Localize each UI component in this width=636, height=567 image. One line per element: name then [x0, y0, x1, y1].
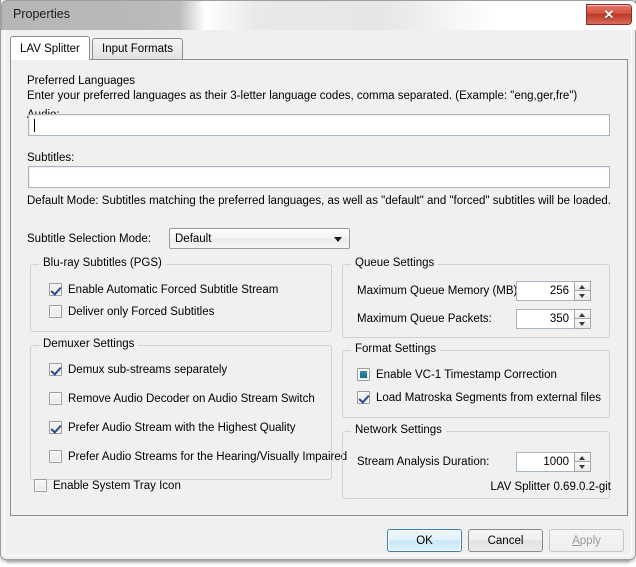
tab-lav-splitter[interactable]: LAV Splitter	[10, 36, 90, 60]
checkbox-icon	[49, 392, 62, 405]
ok-button[interactable]: OK	[387, 529, 462, 552]
audio-input[interactable]	[28, 114, 610, 136]
tab-input-formats[interactable]: Input Formats	[92, 38, 183, 59]
checkbox-icon	[49, 450, 62, 463]
group-demuxer-settings: Demuxer Settings Demux sub-streams separ…	[30, 338, 347, 480]
subtitle-selection-mode-value: Default	[175, 232, 212, 245]
window-drop-shadow	[6, 560, 630, 565]
stepper-buttons	[574, 281, 591, 301]
checkbox-icon	[34, 479, 47, 492]
default-mode-note: Default Mode: Subtitles matching the pre…	[27, 195, 611, 207]
checkbox-label: Prefer Audio Stream with the Highest Qua…	[68, 421, 296, 434]
group-format-settings-title: Format Settings	[351, 343, 441, 355]
close-button[interactable]: ✕	[586, 4, 632, 25]
preferred-languages-heading: Preferred Languages	[27, 75, 136, 87]
stepper-up-icon[interactable]	[574, 281, 591, 291]
maximum-queue-packets-value[interactable]: 350	[516, 309, 574, 329]
checkbox-label: Prefer Audio Streams for the Hearing/Vis…	[68, 450, 348, 463]
subtitles-label: Subtitles:	[27, 152, 75, 164]
checkbox-label: Enable System Tray Icon	[53, 479, 181, 492]
subtitle-selection-mode-label: Subtitle Selection Mode:	[27, 233, 152, 245]
version-text: LAV Splitter 0.69.0.2-git	[490, 481, 611, 493]
checkbox-prefer-audio-stream-highest-quality[interactable]: Prefer Audio Stream with the Highest Qua…	[49, 421, 296, 434]
tab-page-lav-splitter: Preferred Languages Enter your preferred…	[10, 59, 628, 516]
checkbox-deliver-only-forced-subtitles[interactable]: Deliver only Forced Subtitles	[49, 305, 214, 318]
preferred-languages-description: Enter your preferred languages as their …	[27, 90, 578, 102]
tab-lav-splitter-label: LAV Splitter	[20, 42, 80, 55]
checkbox-label: Enable VC-1 Timestamp Correction	[376, 368, 557, 381]
cancel-button[interactable]: Cancel	[468, 529, 543, 552]
subtitles-input[interactable]	[28, 166, 610, 188]
stream-analysis-duration-value[interactable]: 1000	[516, 452, 574, 472]
stepper-down-icon[interactable]	[574, 462, 591, 472]
checkbox-icon	[49, 305, 62, 318]
maximum-queue-memory-label: Maximum Queue Memory (MB):	[357, 285, 521, 297]
group-network-settings-title: Network Settings	[351, 424, 446, 436]
maximum-queue-packets-label: Maximum Queue Packets:	[357, 313, 492, 325]
checkbox-label: Load Matroska Segments from external fil…	[376, 391, 601, 404]
checkbox-icon	[49, 283, 62, 296]
apply-accelerator: A	[572, 534, 580, 547]
checkbox-enable-vc1-timestamp-correction[interactable]: Enable VC-1 Timestamp Correction	[357, 368, 557, 381]
title-bar[interactable]: Properties ✕	[1, 0, 636, 30]
chevron-down-icon	[334, 236, 342, 242]
checkbox-label: Enable Automatic Forced Subtitle Stream	[68, 283, 279, 296]
checkbox-load-matroska-segments[interactable]: Load Matroska Segments from external fil…	[357, 391, 601, 404]
checkbox-enable-system-tray-icon[interactable]: Enable System Tray Icon	[34, 479, 181, 492]
close-icon: ✕	[603, 7, 615, 22]
ok-button-label: OK	[416, 534, 433, 547]
checkbox-prefer-audio-streams-hearing-visually-impaired[interactable]: Prefer Audio Streams for the Hearing/Vis…	[49, 450, 347, 463]
cancel-button-label: Cancel	[487, 534, 524, 547]
group-bluray-subtitles-title: Blu-ray Subtitles (PGS)	[39, 257, 166, 269]
checkbox-icon	[49, 363, 62, 376]
text-caret	[34, 118, 35, 132]
tab-input-formats-label: Input Formats	[102, 43, 173, 55]
checkbox-remove-audio-decoder-on-audio-stream-switch[interactable]: Remove Audio Decoder on Audio Stream Swi…	[49, 392, 315, 405]
stream-analysis-duration-stepper[interactable]: 1000	[516, 452, 591, 472]
window-title: Properties	[13, 7, 70, 21]
group-format-settings: Format Settings Enable VC-1 Timestamp Co…	[342, 343, 610, 418]
checkbox-demux-sub-streams-separately[interactable]: Demux sub-streams separately	[49, 363, 227, 376]
apply-button: Apply	[549, 529, 624, 552]
apply-rest: pply	[579, 534, 601, 547]
group-bluray-subtitles: Blu-ray Subtitles (PGS) Enable Automatic…	[30, 257, 332, 332]
checkbox-enable-automatic-forced-subtitle-stream[interactable]: Enable Automatic Forced Subtitle Stream	[49, 283, 278, 296]
maximum-queue-memory-stepper[interactable]: 256	[516, 281, 591, 301]
subtitle-selection-mode-select[interactable]: Default	[169, 228, 350, 249]
checkbox-icon	[357, 368, 370, 381]
stepper-up-icon[interactable]	[574, 452, 591, 462]
maximum-queue-packets-stepper[interactable]: 350	[516, 309, 591, 329]
stepper-up-icon[interactable]	[574, 309, 591, 319]
group-demuxer-settings-title: Demuxer Settings	[39, 338, 139, 350]
stream-analysis-duration-label: Stream Analysis Duration:	[357, 456, 490, 468]
properties-dialog-window: Properties ✕ LAV Splitter Input Formats …	[0, 0, 636, 560]
checkbox-icon	[49, 421, 62, 434]
maximum-queue-memory-value[interactable]: 256	[516, 281, 574, 301]
group-queue-settings-title: Queue Settings	[351, 257, 439, 269]
checkbox-label: Deliver only Forced Subtitles	[68, 305, 215, 318]
group-queue-settings: Queue Settings Maximum Queue Memory (MB)…	[342, 257, 610, 338]
stepper-down-icon[interactable]	[574, 291, 591, 301]
stepper-down-icon[interactable]	[574, 319, 591, 329]
checkbox-label: Demux sub-streams separately	[68, 363, 228, 376]
checkbox-label: Remove Audio Decoder on Audio Stream Swi…	[68, 392, 315, 405]
tab-strip: LAV Splitter Input Formats	[10, 36, 628, 60]
stepper-buttons	[574, 309, 591, 329]
stepper-buttons	[574, 452, 591, 472]
checkbox-icon	[357, 391, 370, 404]
apply-button-label: Apply	[572, 535, 601, 547]
